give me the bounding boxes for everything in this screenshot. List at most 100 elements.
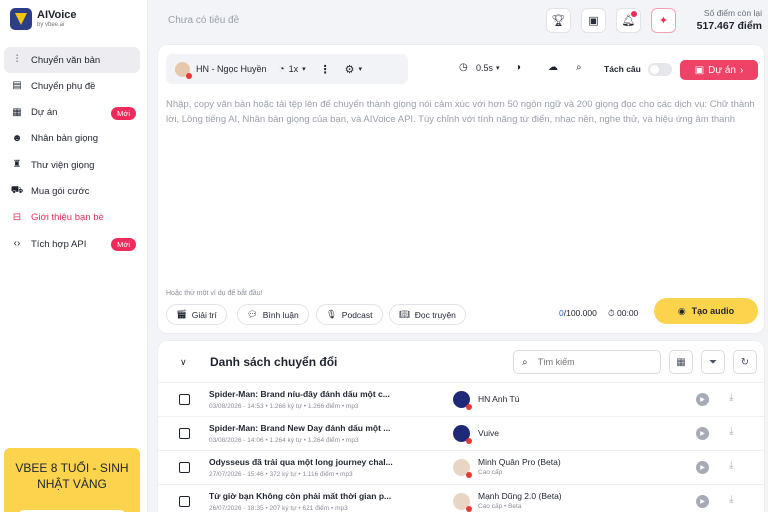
voice-avatar [453,391,472,410]
example-chip-story[interactable]: 📖︎ Đọc truyện [389,304,466,325]
clock-icon[interactable]: ◷ [459,62,468,73]
trophy-button[interactable]: 🏆︎ [546,8,571,33]
chip-label: Giải trí [191,309,217,320]
calendar-button[interactable]: ▦ [669,350,693,374]
row-checkbox[interactable] [179,428,190,439]
sidebar-item[interactable]: ⫶ Chuyển văn bản [4,47,140,73]
new-badge: Mới [111,238,136,252]
play-icon[interactable]: ▶ [696,495,709,508]
sidebar: AIVoice by vbee.ai ⫶ Chuyển văn bản ▤ Chuyể… [0,0,148,512]
row-title: Spider-Man: Brand níu-đây đánh dấu một c… [209,389,390,399]
refresh-button[interactable]: ↻ [733,350,757,374]
conversion-row[interactable]: Spider-Man: Brand níu-đây đánh dấu một c… [158,382,764,416]
sidebar-item-label: Mua gói cước [31,185,90,197]
promo-banner[interactable]: VBEE 8 TUỔI - SINH NHẬT VÀNG [4,448,140,512]
sidebar-item[interactable]: ☻ Nhân bản giọng [4,126,140,152]
topbar: Chưa có tiêu đề 🏆︎ ▣ 🔔︎ ✦ Số điểm còn lạ… [148,0,768,42]
chevron-down-icon[interactable]: ▾ [302,65,306,73]
download-icon[interactable]: ⤓ [729,494,733,505]
chevron-down-icon[interactable]: ▾ [358,65,362,73]
example-chip-commentary[interactable]: 💬︎ Bình luận [237,304,309,325]
voice-name[interactable]: HN - Ngọc Huyền [196,64,267,74]
sidebar-item[interactable]: ▦ Dự án Mới [4,100,140,126]
collapse-chevron-icon[interactable]: ∨ [180,357,187,368]
text-input-placeholder[interactable]: Nhập, copy văn bản hoặc tải tệp lên để c… [166,97,758,127]
download-icon[interactable]: ⤓ [729,392,733,403]
text-editor-card: HN - Ngọc Huyền ◔ 1x ▾ ⋮ ⚙ ▾ ◷ 0.5s ▾ ◑ … [157,44,765,334]
row-tier: Cao cấp • Beta [478,503,522,510]
duration-value: 00:00 [617,308,639,318]
chevron-down-icon[interactable]: ▾ [496,64,500,72]
document-title[interactable]: Chưa có tiêu đề [168,15,239,26]
points-label: Số điểm còn lại [703,8,762,18]
project-button[interactable]: ▣ Dự án › [680,60,758,80]
row-voice: Mạnh Dũng 2.0 (Beta) [478,491,562,501]
clapperboard-icon: ▦ [12,106,22,118]
row-checkbox[interactable] [179,394,190,405]
split-sentence-toggle[interactable] [648,63,672,76]
speed-value[interactable]: 1x [289,64,299,74]
voice-avatar [453,459,472,478]
chip-label: Bình luận [262,309,299,320]
speedometer-icon: ◔ [278,63,285,75]
row-title: Từ giờ bạn Không còn phải mất thời gian … [209,491,392,501]
cart-icon: ⛟ [10,185,24,197]
voice-library-icon: ♜ [12,159,22,171]
duration-display: ⏱ 00:00 [608,308,638,319]
more-vertical-icon[interactable]: ⋮ [320,63,331,76]
voice-settings-bar: HN - Ngọc Huyền ◔ 1x ▾ ⋮ ⚙ ▾ [166,54,408,84]
voice-avatar[interactable] [175,61,192,79]
chevron-right-icon: › [739,64,744,76]
upload-cloud-icon[interactable]: ☁ [548,62,558,73]
project-label: Dự án [708,64,736,76]
char-limit: /100.000 [563,308,597,318]
gift-icon: ▣ [588,15,599,27]
timer-icon: ⏱ [608,308,615,318]
logo-icon [10,8,32,30]
download-icon[interactable]: ⤓ [729,460,733,471]
example-chip-entertainment[interactable]: 🎬︎ Giải trí [166,304,227,325]
play-icon[interactable]: ▶ [696,393,709,406]
play-icon[interactable]: ▶ [696,427,709,440]
row-checkbox[interactable] [179,462,190,473]
code-icon: ‹› [13,238,21,250]
emotion-icon[interactable]: ◑ [515,62,521,73]
new-badge: Mới [111,106,136,120]
notification-dot [631,11,637,17]
play-circle-icon: ◉ [677,305,686,316]
example-chip-podcast[interactable]: 🎙︎ Podcast [316,304,383,325]
list-title: Danh sách chuyển đổi [210,355,338,369]
calendar-icon: ▦ [676,356,686,368]
row-checkbox[interactable] [179,496,190,507]
sidebar-item[interactable]: ⊟ Giới thiệu bạn bè [4,205,140,231]
search-icon[interactable]: ⌕ [576,62,582,73]
sidebar-item[interactable]: ‹› Tích hợp API Mới [4,231,140,257]
create-audio-button[interactable]: ◉ Tạo audio [654,298,758,324]
row-voice: Vuive [478,428,499,438]
gift-button[interactable]: ▣ [581,8,606,33]
filter-button[interactable]: ⏷ [701,350,725,374]
ai-sparkle-button[interactable]: ✦ [651,8,676,33]
play-icon[interactable]: ▶ [696,461,709,474]
sidebar-item[interactable]: ♜ Thư viện giọng [4,152,140,178]
sidebar-item[interactable]: ⛟ Mua gói cước [4,178,140,204]
chip-label: Đọc truyện [414,309,456,320]
trophy-icon: 🏆︎ [551,15,566,27]
search-input[interactable] [537,357,638,367]
sidebar-item[interactable]: ▤ Chuyển phụ đề [4,73,140,99]
conversion-row[interactable]: Từ giờ bạn Không còn phải mất thời gian … [158,484,764,512]
row-voice: Minh Quân Pro (Beta) [478,457,561,467]
conversion-row[interactable]: Spider-Man: Brand New Day đánh dấu một .… [158,416,764,450]
download-icon[interactable]: ⤓ [729,426,733,437]
pause-duration[interactable]: 0.5s [476,63,493,73]
conversion-row[interactable]: Odysseus đã trải qua một long journey ch… [158,450,764,484]
logo[interactable]: AIVoice by vbee.ai [10,8,77,30]
gear-icon[interactable]: ⚙ [345,63,355,76]
brand-name: AIVoice [37,8,77,21]
notification-button[interactable]: 🔔︎ [616,8,641,33]
row-meta: 27/07/2026 - 15:46 • 372 ký tự • 1.116 đ… [209,471,353,478]
chip-label: Podcast [341,309,373,320]
search-box[interactable]: ⌕ [513,350,661,374]
split-sentence-label: Tách câu [604,64,641,74]
voice-avatar [453,493,472,512]
